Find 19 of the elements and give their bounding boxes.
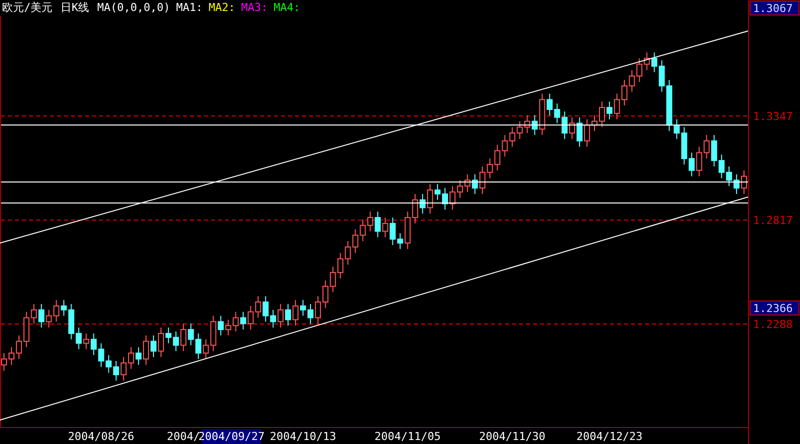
symbol-label: 欧元/美元 [2,1,53,15]
ma-label: MA3: [241,1,268,15]
date-label: 2004/10/13 [270,430,336,443]
period-label: 日K线 [60,1,90,15]
ma-params-label: MA(0,0,0,0) [97,1,170,15]
price-label: 1.2817 [753,214,793,228]
cursor-date-label: 2004/09/27 [198,429,265,444]
date-label: 2004/11/05 [374,430,441,443]
ma-label: MA2: [208,1,236,15]
date-label: 2004/08/26 [68,430,134,443]
ma-label: MA4: [274,1,300,15]
date-label: 2004/12/23 [576,430,643,443]
price-marker: 1.3067 [750,0,800,16]
date-label: 2004/11/30 [479,430,546,443]
price-label: 1.3347 [753,110,793,123]
date-label: 2004/ [166,430,200,443]
price-marker: 1.2366 [750,300,800,316]
price-label: 1.2288 [753,318,793,332]
ma-label: MA1: [176,1,203,15]
